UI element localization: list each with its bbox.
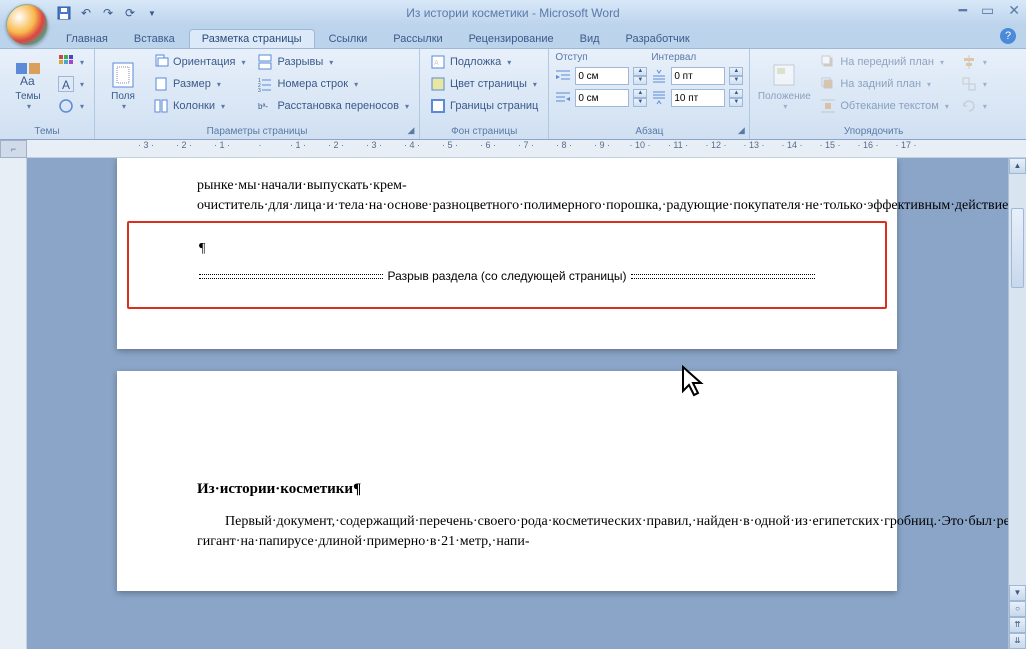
watermark-button[interactable]: AПодложка▾: [426, 52, 542, 72]
group-paragraph: Отступ ▲▼ ▲▼ Интервал ▲▼: [549, 49, 750, 139]
indent-right-icon: [555, 90, 571, 106]
indent-left-icon: [555, 68, 571, 84]
page-color-button[interactable]: Цвет страницы▾: [426, 74, 542, 94]
space-before-icon: [651, 68, 667, 84]
section-break-indicator[interactable]: Разрыв раздела (со следующей страницы): [199, 269, 815, 283]
ruler-corner[interactable]: ⌐: [0, 140, 27, 158]
hyphenation-button[interactable]: bª-Расстановка переносов▾: [253, 96, 413, 116]
window-title: Из истории косметики - Microsoft Word: [406, 6, 619, 20]
section-break-highlight: ¶ Разрыв раздела (со следующей страницы): [127, 221, 887, 309]
page-setup-launcher[interactable]: ◢: [405, 125, 417, 137]
margins-button[interactable]: Поля▾: [101, 52, 145, 120]
breaks-button[interactable]: Разрывы▾: [253, 52, 413, 72]
columns-button[interactable]: Колонки▾: [149, 96, 249, 116]
paragraph-launcher[interactable]: ◢: [735, 125, 747, 137]
themes-button[interactable]: Aa Темы▾: [6, 52, 50, 120]
space-after-input[interactable]: [671, 89, 725, 107]
group-button[interactable]: ▾: [957, 74, 991, 94]
space-before-input[interactable]: [671, 67, 725, 85]
repeat-icon[interactable]: ⟳: [120, 3, 140, 23]
space-after-row: ▲▼: [651, 88, 743, 108]
tab-home[interactable]: Главная: [54, 30, 120, 48]
paragraph-text[interactable]: рынке·мы·начали·выпускать·крем-очистител…: [197, 176, 817, 215]
tab-developer[interactable]: Разработчик: [614, 30, 702, 48]
scroll-up-button[interactable]: ▲: [1009, 158, 1026, 174]
vertical-ruler[interactable]: [0, 158, 27, 649]
position-button[interactable]: Положение▾: [756, 52, 812, 120]
page-2: Из·истории·косметики¶ Первый·документ,·с…: [117, 371, 897, 591]
theme-effects-button[interactable]: ▾: [54, 96, 88, 116]
tab-review[interactable]: Рецензирование: [457, 30, 566, 48]
send-back-button[interactable]: На задний план▾: [816, 74, 953, 94]
horizontal-ruler[interactable]: · 3 ·· 2 ·· 1 ··· 1 ·· 2 ·· 3 ·· 4 ·· 5 …: [27, 140, 1026, 158]
svg-text:A: A: [434, 60, 439, 67]
next-page-button[interactable]: ⇊: [1009, 633, 1026, 649]
spin-down[interactable]: ▼: [729, 76, 743, 85]
svg-text:Aa: Aa: [20, 74, 35, 88]
qat-dropdown-icon[interactable]: ▼: [142, 3, 162, 23]
help-icon[interactable]: ?: [1000, 28, 1016, 44]
bring-front-button[interactable]: На передний план▾: [816, 52, 953, 72]
redo-icon[interactable]: ↷: [98, 3, 118, 23]
document-heading[interactable]: Из·истории·косметики¶: [197, 481, 817, 498]
indent-right-row: ▲▼: [555, 88, 647, 108]
close-button[interactable]: ✕: [1008, 2, 1020, 19]
space-before-row: ▲▼: [651, 66, 743, 86]
line-numbers-button[interactable]: 123Номера строк▾: [253, 74, 413, 94]
paragraph-text[interactable]: Первый·документ,·содержащий·перечень·сво…: [197, 512, 817, 551]
save-icon[interactable]: [54, 3, 74, 23]
title-bar: ↶ ↷ ⟳ ▼ Из истории косметики - Microsoft…: [0, 0, 1026, 26]
tab-references[interactable]: Ссылки: [317, 30, 380, 48]
svg-text:3: 3: [258, 88, 261, 92]
text-wrap-button[interactable]: Обтекание текстом▾: [816, 96, 953, 116]
svg-text:bª-: bª-: [258, 102, 268, 111]
spin-down[interactable]: ▼: [633, 98, 647, 107]
page-1: рынке·мы·начали·выпускать·крем-очистител…: [117, 158, 897, 349]
tab-view[interactable]: Вид: [568, 30, 612, 48]
scroll-thumb[interactable]: [1011, 208, 1024, 288]
rotate-button[interactable]: ▾: [957, 96, 991, 116]
quick-access-toolbar: ↶ ↷ ⟳ ▼: [54, 3, 162, 23]
page-borders-button[interactable]: Границы страниц: [426, 96, 542, 116]
prev-page-button[interactable]: ⇈: [1009, 617, 1026, 633]
group-page-background: AПодложка▾ Цвет страницы▾ Границы страни…: [420, 49, 549, 139]
maximize-button[interactable]: ▭: [981, 2, 994, 19]
office-button[interactable]: [6, 4, 48, 46]
group-page-setup: Поля▾ Ориентация▾ Размер▾ Колонки▾ Разры…: [95, 49, 420, 139]
spin-up[interactable]: ▲: [633, 67, 647, 76]
size-button[interactable]: Размер▾: [149, 74, 249, 94]
orientation-button[interactable]: Ориентация▾: [149, 52, 249, 72]
pilcrow-icon: ¶: [199, 241, 205, 256]
vertical-scrollbar[interactable]: ▲ ▼ ○ ⇈ ⇊: [1008, 158, 1026, 649]
group-arrange: Положение▾ На передний план▾ На задний п…: [750, 49, 997, 139]
scroll-down-button[interactable]: ▼: [1009, 585, 1026, 601]
theme-colors-button[interactable]: ▾: [54, 52, 88, 72]
undo-icon[interactable]: ↶: [76, 3, 96, 23]
spin-up[interactable]: ▲: [729, 67, 743, 76]
browse-object-button[interactable]: ○: [1009, 601, 1026, 617]
minimize-button[interactable]: ━: [959, 2, 967, 19]
tab-mailings[interactable]: Рассылки: [381, 30, 454, 48]
tab-insert[interactable]: Вставка: [122, 30, 187, 48]
indent-left-row: ▲▼: [555, 66, 647, 86]
ribbon: Aa Темы▾ ▾ A▾ ▾ Темы Поля▾ Ориентация▾ Р…: [0, 48, 1026, 140]
ribbon-tabs: Главная Вставка Разметка страницы Ссылки…: [0, 26, 1026, 48]
spin-up[interactable]: ▲: [729, 89, 743, 98]
space-after-icon: [651, 90, 667, 106]
align-button[interactable]: ▾: [957, 52, 991, 72]
group-themes: Aa Темы▾ ▾ A▾ ▾ Темы: [0, 49, 95, 139]
spin-down[interactable]: ▼: [633, 76, 647, 85]
document-area[interactable]: рынке·мы·начали·выпускать·крем-очистител…: [27, 158, 1008, 649]
spin-down[interactable]: ▼: [729, 98, 743, 107]
indent-right-input[interactable]: [575, 89, 629, 107]
indent-left-input[interactable]: [575, 67, 629, 85]
theme-fonts-button[interactable]: A▾: [54, 74, 88, 94]
tab-page-layout[interactable]: Разметка страницы: [189, 29, 315, 48]
spin-up[interactable]: ▲: [633, 89, 647, 98]
